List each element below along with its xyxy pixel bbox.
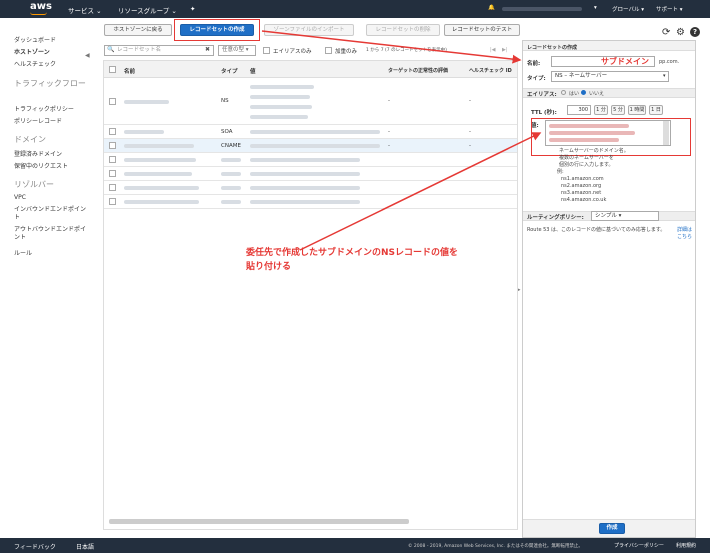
annotation-line-2: 貼り付ける [246,262,292,272]
arrow-to-value-field [299,132,542,251]
copyright-text: © 2008 - 2019, Amazon Web Services, Inc.… [408,544,583,549]
privacy-policy-link[interactable]: プライバシーポリシー [614,542,664,549]
language-selector[interactable]: 日本語 [76,542,94,551]
arrow-to-panel [261,30,522,64]
feedback-link[interactable]: フィードバック [14,542,56,551]
footer: フィードバック 日本語 © 2008 - 2019, Amazon Web Se… [0,538,710,553]
annotation-line-1: 委任先で作成したサブドメインのNSレコードの値を [246,248,459,258]
terms-link[interactable]: 利用規約 [676,542,696,549]
annotation-arrows [261,30,542,251]
